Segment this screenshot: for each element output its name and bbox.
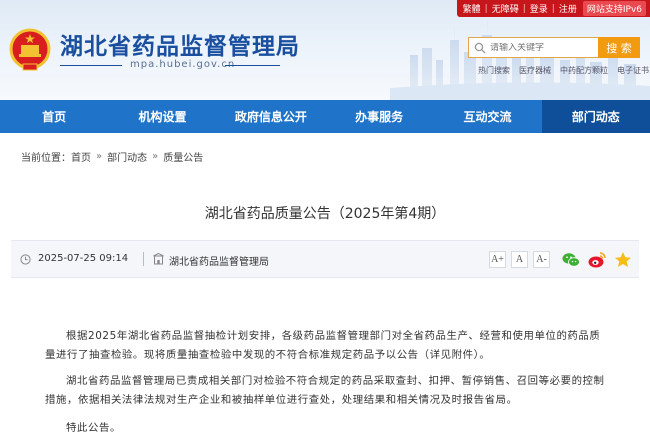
main-nav: 首页 机构设置 政府信息公开 办事服务 互动交流 部门动态 (0, 100, 650, 133)
article-paragraph: 特此公告。 (66, 422, 121, 434)
breadcrumb-quality-notice[interactable]: 质量公告 (163, 149, 203, 164)
link-traditional[interactable]: 繁體 (463, 2, 481, 15)
search-icon (474, 42, 486, 53)
site-url-row: mpa.hubei.gov.cn (60, 59, 280, 71)
breadcrumb-prefix: 当前位置： (21, 153, 71, 164)
hot-word-link[interactable]: 医疗器械 (519, 65, 551, 76)
top-link-separator: | (551, 3, 555, 14)
search-button[interactable]: 搜 索 (598, 37, 640, 58)
hot-word-link[interactable]: 中药配方颗粒 (560, 65, 608, 76)
link-register[interactable]: 注册 (559, 2, 577, 15)
breadcrumb-department-news[interactable]: 部门动态 (107, 149, 147, 164)
link-login[interactable]: 登录 (530, 2, 548, 15)
site-header: 湖北省药品监督管理局 mpa.hubei.gov.cn 繁體 | 无障碍 | 登… (0, 0, 650, 100)
nav-item-home[interactable]: 首页 (0, 100, 108, 133)
weibo-share-icon[interactable] (587, 250, 607, 270)
search-box (468, 37, 598, 58)
favorite-star-icon[interactable] (613, 250, 633, 270)
building-icon (153, 253, 164, 265)
top-links-bar: 繁體 | 无障碍 | 登录 | 注册 网站支持IPv6 (456, 0, 650, 17)
nav-item-gov-info[interactable]: 政府信息公开 (217, 100, 325, 133)
wechat-share-icon[interactable] (561, 250, 581, 270)
breadcrumb-separator: » (152, 151, 159, 162)
site-title[interactable]: 湖北省药品监督管理局 (60, 27, 300, 61)
breadcrumb: 当前位置： 首页 » 部门动态 » 质量公告 (21, 149, 203, 164)
article-paragraph: 根据2025年湖北省药品监督抽检计划安排，各级药品监督管理部门对全省药品生产、经… (45, 330, 601, 361)
site-url: mpa.hubei.gov.cn (130, 59, 236, 70)
breadcrumb-home[interactable]: 首页 (71, 149, 91, 164)
publish-date: 2025-07-25 09:14 (38, 253, 129, 264)
nav-item-department-news[interactable]: 部门动态 (541, 100, 650, 133)
font-size-increase-button[interactable]: A+ (489, 251, 506, 268)
nav-item-services[interactable]: 办事服务 (325, 100, 433, 133)
ipv6-badge: 网站支持IPv6 (582, 1, 646, 16)
url-line-right (225, 65, 280, 66)
breadcrumb-separator: » (96, 151, 103, 162)
font-size-default-button[interactable]: A (511, 251, 528, 268)
top-link-separator: | (522, 3, 526, 14)
hot-search-words: 热门搜索 医疗器械 中药配方颗粒 电子证书 (478, 65, 649, 76)
meta-divider (143, 252, 144, 266)
article-paragraph: 湖北省药品监督管理局已责成相关部门对检验不符合规定的药品采取查封、扣押、暂停销售… (45, 375, 605, 406)
national-emblem-icon (9, 28, 51, 71)
article-source: 湖北省药品监督管理局 (169, 257, 269, 268)
font-size-decrease-button[interactable]: A- (533, 251, 550, 268)
url-line-left (60, 65, 122, 66)
article-title: 湖北省药品质量公告（2025年第4期） (204, 206, 446, 222)
hot-word-link[interactable]: 电子证书 (617, 65, 649, 76)
search-input[interactable] (490, 42, 590, 53)
top-link-separator: | (484, 3, 488, 14)
article-meta-bar: 2025-07-25 09:14 湖北省药品监督管理局 A+ A A- (11, 240, 639, 278)
nav-item-organization[interactable]: 机构设置 (108, 100, 216, 133)
clock-icon (20, 254, 31, 265)
link-accessibility[interactable]: 无障碍 (492, 2, 519, 15)
nav-item-interaction[interactable]: 互动交流 (433, 100, 541, 133)
hot-search-label: 热门搜索 (478, 66, 510, 75)
